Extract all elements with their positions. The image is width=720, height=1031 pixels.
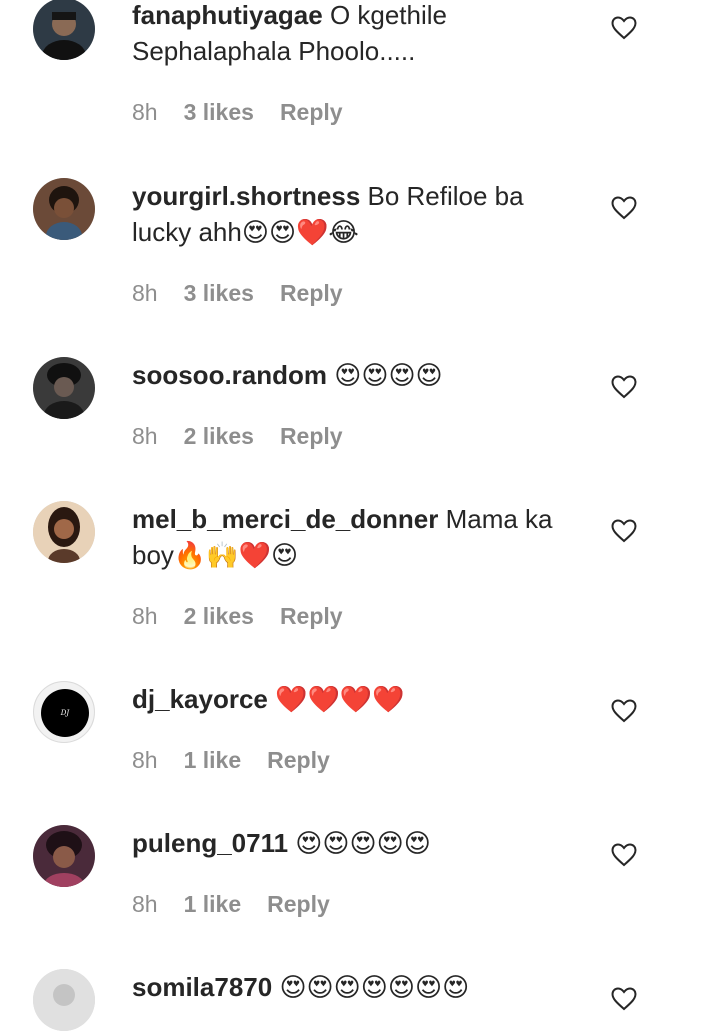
comment-text: soosoo.random 😍😍😍😍 — [132, 357, 572, 393]
avatar[interactable] — [33, 178, 95, 240]
username[interactable]: somila7870 — [132, 972, 272, 1002]
reply-button[interactable]: Reply — [280, 280, 343, 306]
avatar[interactable] — [33, 501, 95, 563]
timestamp: 8h — [132, 603, 158, 629]
comment-body: 😍😍😍😍 — [327, 360, 443, 390]
comment-body: 😍😍😍😍😍😍😍 — [272, 972, 470, 1002]
comment-meta: 8h 1 like Reply — [132, 747, 356, 774]
comment-meta: 8h 1 like Reply — [132, 891, 356, 918]
comment-text: mel_b_merci_de_donner Mama ka boy🔥🙌❤️😍 — [132, 501, 572, 573]
username[interactable]: fanaphutiyagae — [132, 0, 323, 30]
timestamp: 8h — [132, 280, 158, 306]
comment-text: fanaphutiyagae O kgethile Sephalaphala P… — [132, 0, 572, 69]
username[interactable]: soosoo.random — [132, 360, 327, 390]
like-heart-icon[interactable] — [611, 196, 637, 220]
username[interactable]: dj_kayorce — [132, 684, 268, 714]
comment-text: somila7870 😍😍😍😍😍😍😍 — [132, 969, 572, 1005]
avatar[interactable] — [33, 969, 95, 1031]
likes-count[interactable]: 2 likes — [184, 603, 254, 629]
like-heart-icon[interactable] — [611, 987, 637, 1011]
comment-meta: 8h 2 likes Reply — [132, 603, 369, 630]
avatar[interactable] — [33, 357, 95, 419]
like-heart-icon[interactable] — [611, 375, 637, 399]
comment-text: yourgirl.shortness Bo Refiloe ba lucky a… — [132, 178, 572, 250]
timestamp: 8h — [132, 891, 158, 917]
reply-button[interactable]: Reply — [280, 99, 343, 125]
username[interactable]: yourgirl.shortness — [132, 181, 360, 211]
likes-count[interactable]: 1 like — [184, 747, 242, 773]
timestamp: 8h — [132, 423, 158, 449]
timestamp: 8h — [132, 747, 158, 773]
comment-body: 😍😍😍😍😍 — [288, 828, 431, 858]
comment-meta: 8h 3 likes Reply — [132, 99, 369, 126]
avatar[interactable]: DJ — [33, 681, 95, 743]
comment-meta: 8h 3 likes Reply — [132, 280, 369, 307]
likes-count[interactable]: 3 likes — [184, 280, 254, 306]
reply-button[interactable]: Reply — [267, 891, 330, 917]
timestamp: 8h — [132, 99, 158, 125]
likes-count[interactable]: 1 like — [184, 891, 242, 917]
avatar[interactable] — [33, 825, 95, 887]
likes-count[interactable]: 2 likes — [184, 423, 254, 449]
svg-text:DJ: DJ — [60, 709, 71, 717]
comment-meta: 8h 2 likes Reply — [132, 423, 369, 450]
like-heart-icon[interactable] — [611, 843, 637, 867]
comment-text: puleng_0711 😍😍😍😍😍 — [132, 825, 572, 861]
likes-count[interactable]: 3 likes — [184, 99, 254, 125]
reply-button[interactable]: Reply — [280, 423, 343, 449]
like-heart-icon[interactable] — [611, 699, 637, 723]
reply-button[interactable]: Reply — [267, 747, 330, 773]
comment-body: ❤️❤️❤️❤️ — [267, 684, 405, 714]
avatar[interactable] — [33, 0, 95, 60]
like-heart-icon[interactable] — [611, 16, 637, 40]
reply-button[interactable]: Reply — [280, 603, 343, 629]
username[interactable]: puleng_0711 — [132, 828, 288, 858]
username[interactable]: mel_b_merci_de_donner — [132, 504, 438, 534]
comment-text: dj_kayorce ❤️❤️❤️❤️ — [132, 681, 572, 717]
like-heart-icon[interactable] — [611, 519, 637, 543]
